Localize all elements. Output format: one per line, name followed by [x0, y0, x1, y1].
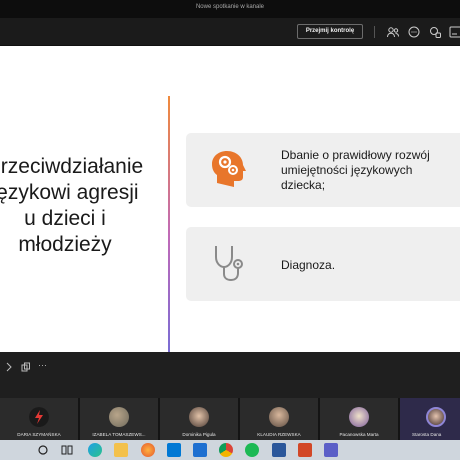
card-text-line: Diagnoza. — [281, 258, 336, 272]
slide-title-line: językowi agresji — [0, 181, 139, 204]
more-options-button[interactable]: ··· — [38, 360, 47, 370]
stethoscope-icon — [215, 246, 243, 282]
participant-tile[interactable]: Dominika Pigula — [160, 398, 238, 440]
apps-icon[interactable] — [449, 25, 460, 39]
participant-name: Dominika Pigula — [182, 432, 216, 437]
card-text-line: umiejętności językowych — [281, 163, 413, 177]
card-text: Dbanie o prawidłowy rozwój umiejętności … — [281, 148, 430, 193]
toolbar-divider — [374, 26, 375, 38]
window-titlebar: Nowe spotkanie w kanale — [0, 0, 460, 18]
chrome-icon[interactable] — [219, 443, 233, 457]
participant-name: KLAUDIA RZEWSKA — [257, 432, 301, 437]
participant-tile[interactable]: DARIA SZYMAŃSKA — [0, 398, 78, 440]
participant-name: DARIA SZYMAŃSKA — [17, 432, 61, 437]
task-view-icon[interactable] — [60, 443, 74, 457]
participant-tile[interactable]: KLAUDIA RZEWSKA — [240, 398, 318, 440]
presentation-controls: ··· — [0, 352, 460, 398]
lightning-avatar — [29, 407, 49, 427]
participant-tile[interactable]: Starosta Dana — [400, 398, 460, 440]
taskbar — [0, 440, 460, 460]
spotify-icon[interactable] — [245, 443, 259, 457]
participant-photo-avatar — [349, 407, 369, 427]
head-gears-icon — [212, 151, 246, 187]
participant-name: IZABELA TOMASZEWS... — [92, 432, 146, 437]
chat-icon[interactable] — [407, 25, 421, 39]
slide-card-diagnosis: Diagnoza. — [186, 227, 460, 301]
card-text-line: dziecka; — [281, 178, 326, 192]
store-icon[interactable] — [167, 443, 181, 457]
meeting-toolbar: Przejmij kontrolę — [0, 18, 460, 46]
file-explorer-icon[interactable] — [114, 443, 128, 457]
slide-title: Przeciwdziałanie językowi agresji u dzie… — [0, 154, 160, 258]
participant-photo-avatar — [189, 407, 209, 427]
participant-tile[interactable]: IZABELA TOMASZEWS... — [80, 398, 158, 440]
shared-slide: Przeciwdziałanie językowi agresji u dzie… — [0, 46, 460, 352]
reactions-icon[interactable] — [428, 25, 442, 39]
teams-icon[interactable] — [324, 443, 338, 457]
slide-title-line: u dzieci i — [24, 207, 106, 230]
firefox-icon[interactable] — [141, 443, 155, 457]
edge-icon[interactable] — [88, 443, 102, 457]
word-icon[interactable] — [272, 443, 286, 457]
participant-tile[interactable]: Pacanowska Marta — [320, 398, 398, 440]
participant-photo-avatar — [109, 407, 129, 427]
slide-divider — [168, 96, 170, 352]
mail-icon[interactable] — [193, 443, 207, 457]
card-text: Diagnoza. — [281, 258, 335, 273]
slide-title-line: młodzieży — [18, 233, 112, 256]
card-text-line: Dbanie o prawidłowy rozwój — [281, 148, 430, 162]
participant-name: Starosta Dana — [412, 432, 442, 437]
participants-strip: DARIA SZYMAŃSKA IZABELA TOMASZEWS... Dom… — [0, 398, 460, 440]
participant-photo-avatar — [426, 407, 446, 427]
take-control-button[interactable]: Przejmij kontrolę — [297, 24, 363, 39]
powerpoint-icon[interactable] — [298, 443, 312, 457]
participant-photo-avatar — [269, 407, 289, 427]
slide-card-development: Dbanie o prawidłowy rozwój umiejętności … — [186, 133, 460, 207]
window-title: Nowe spotkanie w kanale — [195, 4, 265, 10]
slide-title-line: Przeciwdziałanie — [0, 155, 144, 178]
participant-name: Pacanowska Marta — [339, 432, 379, 437]
people-icon[interactable] — [386, 25, 400, 39]
chevron-right-icon[interactable] — [5, 362, 13, 372]
copy-icon[interactable] — [21, 362, 31, 372]
search-icon[interactable] — [36, 443, 50, 457]
